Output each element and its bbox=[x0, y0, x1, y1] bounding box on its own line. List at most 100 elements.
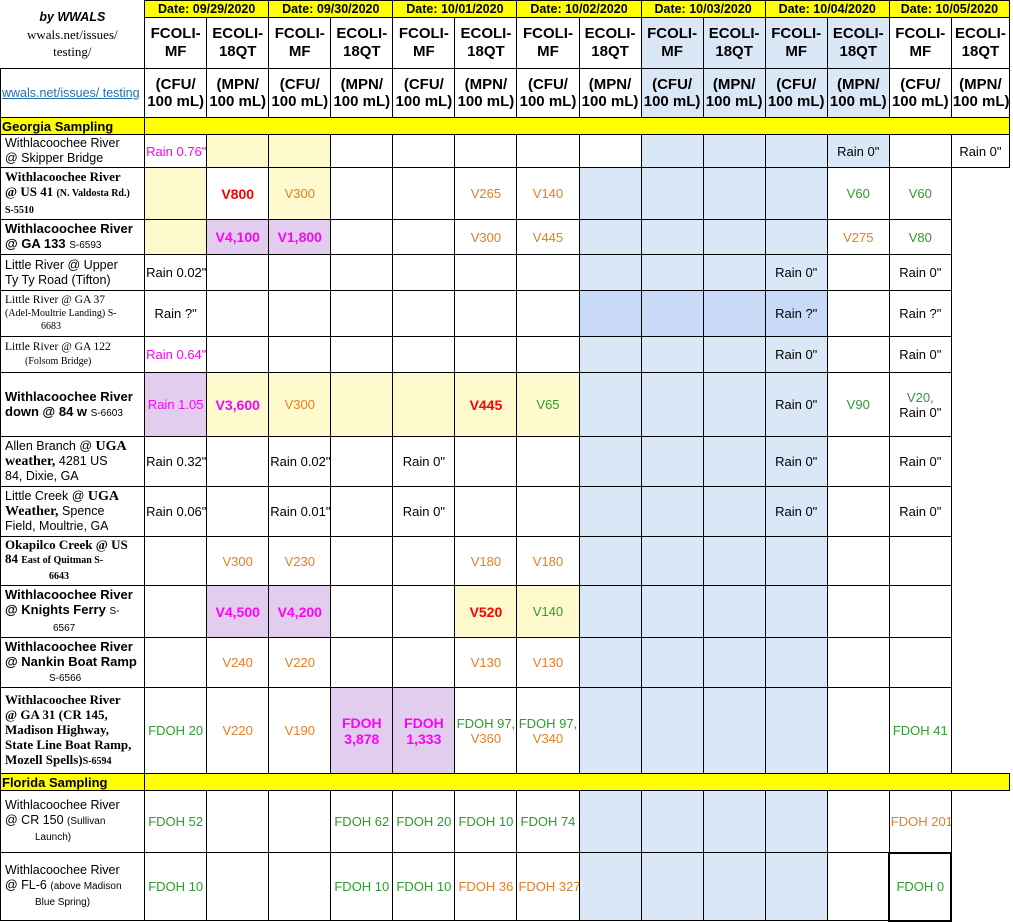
value-cell: V90 bbox=[826, 372, 890, 437]
issues-link[interactable]: wwals.net/issues/ testing bbox=[0, 68, 146, 118]
col-header-ecoli: ECOLI- 18QT bbox=[578, 17, 642, 69]
value-cell: V240 bbox=[206, 637, 270, 688]
value-cell: Rain 0" bbox=[888, 486, 952, 537]
value-cell: V60 bbox=[888, 167, 952, 220]
table-row: Little Creek @ UGA Weather, Spence Field, … bbox=[0, 486, 1010, 537]
by-wwals: by WWALS bbox=[39, 9, 106, 24]
site-name: Withlacoochee River @ Knights Ferry S- 656… bbox=[0, 585, 146, 638]
col-header-fcoli: FCOLI- MF bbox=[888, 17, 952, 69]
value-cell: V4,100 bbox=[206, 219, 270, 255]
value-cell: V300 bbox=[206, 536, 270, 586]
value-cell: V130 bbox=[516, 637, 580, 688]
date-header-row: by WWALS wwals.net/issues/ testing/ Date… bbox=[0, 0, 1011, 69]
value-cell: Rain 0" bbox=[392, 436, 456, 487]
site-name: Withlacoochee River @ Skipper Bridge bbox=[0, 134, 146, 168]
table-row: Withlacoochee River @ Knights Ferry S- 656… bbox=[0, 585, 1010, 638]
date-header: Date: 10/03/2020 bbox=[640, 0, 766, 18]
section-georgia: Georgia Sampling bbox=[0, 117, 146, 135]
value-cell: V130 bbox=[454, 637, 518, 688]
value-cell: FDOH 97, V340 bbox=[516, 687, 580, 774]
value-cell: V300 bbox=[268, 372, 332, 437]
site-name: Little Creek @ UGA Weather, Spence Field, … bbox=[0, 486, 146, 537]
value-cell: V60 bbox=[826, 167, 890, 220]
table-row: Withlacoochee River @ Nankin Boat Ramp S-6… bbox=[0, 637, 1010, 688]
value-cell: V800 bbox=[206, 167, 270, 220]
table-row: Withlacoochee River @ US 41 (N. Valdosta … bbox=[0, 167, 1010, 220]
table-row: Withlacoochee River @ FL-6 (above Madison… bbox=[0, 851, 1010, 922]
unit-mpn: (MPN/100 mL) bbox=[206, 68, 270, 118]
site-name: Withlacoochee River @ GA 31 (CR 145, Madis… bbox=[0, 687, 146, 774]
unit-mpn: (MPN/100 mL) bbox=[950, 68, 1011, 118]
unit-cfu: (CFU/100 mL) bbox=[888, 68, 952, 118]
table-row: Little River @ Upper Ty Ty Road (Tifton) … bbox=[0, 254, 1010, 291]
value-cell: V300 bbox=[454, 219, 518, 255]
value-cell: V180 bbox=[516, 536, 580, 586]
value-cell: Rain 0" bbox=[392, 486, 456, 537]
value-cell: V140 bbox=[516, 585, 580, 638]
unit-cfu: (CFU/100 mL) bbox=[516, 68, 580, 118]
unit-cfu: (CFU/100 mL) bbox=[392, 68, 456, 118]
col-header-fcoli: FCOLI- MF bbox=[144, 17, 208, 69]
site-name: Little River @ Upper Ty Ty Road (Tifton) bbox=[0, 254, 146, 291]
unit-cfu: (CFU/100 mL) bbox=[144, 68, 208, 118]
date-header: Date: 10/01/2020 bbox=[392, 0, 518, 18]
unit-cfu: (CFU/100 mL) bbox=[640, 68, 704, 118]
col-header-fcoli: FCOLI- MF bbox=[268, 17, 332, 69]
value-cell: Rain ?" bbox=[764, 290, 828, 337]
table-row: Little River @ GA 37 (Adel-Moultrie Landi… bbox=[0, 290, 1010, 337]
site-url: wwals.net/issues/ bbox=[26, 26, 118, 42]
value-cell: FDOH 10 bbox=[144, 852, 208, 921]
value-cell: V220 bbox=[268, 637, 332, 688]
date-header: Date: 10/04/2020 bbox=[764, 0, 890, 18]
table-row: Withlacoochee River @ GA 133 S-6593 V4,10… bbox=[0, 219, 1010, 255]
col-header-ecoli: ECOLI- 18QT bbox=[454, 17, 518, 69]
value-cell: Rain ?" bbox=[144, 290, 208, 337]
value-cell: FDOH 3,878 bbox=[330, 687, 394, 774]
value-cell: Rain 0" bbox=[764, 254, 828, 291]
site-name: Withlacoochee River @ Nankin Boat Ramp S-6… bbox=[0, 637, 146, 688]
value-cell: FDOH 10 bbox=[330, 852, 394, 921]
site-name: Okapilco Creek @ US 84 East of Quitman S-… bbox=[0, 536, 146, 586]
value-cell: FDOH 10 bbox=[392, 852, 456, 921]
value-cell: FDOH 0 bbox=[888, 851, 953, 922]
value-cell: V230 bbox=[268, 536, 332, 586]
value-cell: FDOH 97, V360 bbox=[454, 687, 518, 774]
site-name: Withlacoochee River @ GA 133 S-6593 bbox=[0, 219, 146, 255]
table-row: Withlacoochee River @ GA 31 (CR 145, Madis… bbox=[0, 687, 1010, 774]
value-cell: FDOH 74 bbox=[516, 790, 580, 853]
section-row: Florida Sampling bbox=[0, 773, 1010, 791]
table-row: Withlacoochee River @ Skipper Bridge Rain… bbox=[0, 134, 1011, 168]
value-cell: Rain ?" bbox=[888, 290, 952, 337]
value-cell: V180 bbox=[454, 536, 518, 586]
date-header: Date: 09/29/2020 bbox=[144, 0, 270, 18]
unit-mpn: (MPN/100 mL) bbox=[702, 68, 766, 118]
value-cell: FDOH 10 bbox=[454, 790, 518, 853]
col-header-ecoli: ECOLI- 18QT bbox=[950, 17, 1011, 69]
value-cell: FDOH 52 bbox=[144, 790, 208, 853]
value-cell: Rain 0.02" bbox=[268, 436, 332, 487]
table-row: Allen Branch @ UGA weather, 4281 US 84, Di… bbox=[0, 436, 1010, 487]
unit-mpn: (MPN/100 mL) bbox=[454, 68, 518, 118]
value-cell: V1,800 bbox=[268, 219, 332, 255]
date-header: Date: 10/05/2020 bbox=[888, 0, 1011, 18]
section-florida: Florida Sampling bbox=[0, 773, 146, 791]
site-name: Little River @ GA 122 (Folsom Bridge) bbox=[0, 336, 146, 373]
value-cell: FDOH 41 bbox=[888, 687, 952, 774]
water-quality-table: by WWALS wwals.net/issues/ testing/ Date… bbox=[0, 0, 1011, 922]
value-cell: V140 bbox=[516, 167, 580, 220]
value-cell: V265 bbox=[454, 167, 518, 220]
value-cell: Rain 0" bbox=[826, 134, 890, 168]
table-row: Little River @ GA 122 (Folsom Bridge) Rai… bbox=[0, 336, 1010, 373]
col-header-fcoli: FCOLI- MF bbox=[764, 17, 828, 69]
value-cell: Rain 0" bbox=[764, 436, 828, 487]
value-cell: V20, Rain 0" bbox=[888, 372, 952, 437]
value-cell: FDOH 201 bbox=[888, 790, 952, 853]
value-cell: V520 bbox=[454, 585, 518, 638]
value-cell: V190 bbox=[268, 687, 332, 774]
value-cell: Rain 0" bbox=[764, 336, 828, 373]
value-cell: Rain 0" bbox=[764, 486, 828, 537]
value-cell: V80 bbox=[888, 219, 952, 255]
value-cell: Rain 0.01" bbox=[268, 486, 332, 537]
value-cell: Rain 0" bbox=[764, 372, 828, 437]
table-row: Withlacoochee River @ CR 150 (Sullivan Lau… bbox=[0, 790, 1010, 853]
